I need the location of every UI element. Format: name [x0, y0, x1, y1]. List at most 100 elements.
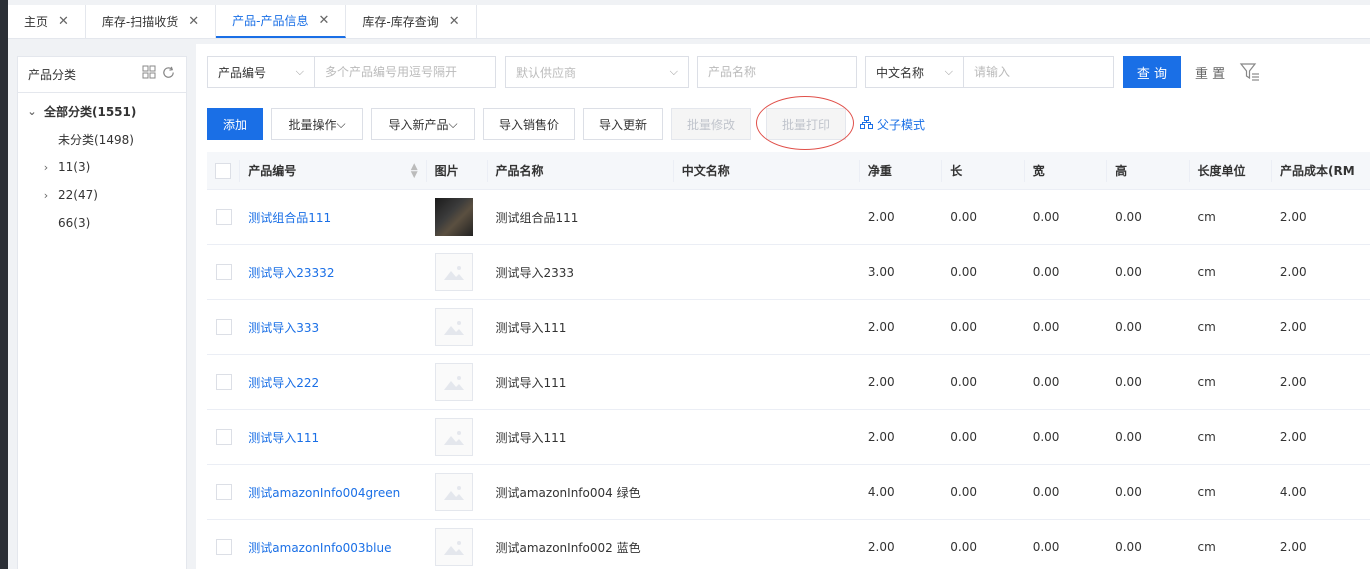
chevron-down-icon: ⌵ — [336, 116, 346, 131]
sort-icon[interactable]: ▲ ▼ — [411, 162, 418, 179]
import-price-button[interactable]: 导入销售价 — [483, 108, 575, 140]
image-placeholder-icon — [434, 418, 473, 456]
product-code-link[interactable]: 测试导入23332 — [248, 264, 334, 281]
image-cell — [427, 355, 488, 409]
net-weight-cell: 2.00 — [867, 320, 895, 334]
supplier-select-placeholder: 默认供应商 — [516, 65, 577, 80]
row-checkbox[interactable] — [215, 209, 232, 225]
select-all-checkbox[interactable] — [215, 162, 232, 179]
close-icon[interactable]: ✕ — [188, 14, 199, 29]
tree-node-11[interactable]: › 11(3) — [18, 153, 186, 181]
chinese-name-cell — [674, 190, 860, 244]
import-new-label: 导入新产品 — [388, 117, 449, 132]
parent-child-mode-label: 父子模式 — [877, 117, 926, 132]
height-cell: 0.00 — [1115, 430, 1142, 444]
close-icon[interactable]: ✕ — [58, 14, 69, 29]
height-cell: 0.00 — [1115, 375, 1142, 389]
refresh-icon[interactable] — [161, 65, 176, 84]
batch-ops-label: 批量操作 — [288, 117, 337, 132]
table-row[interactable]: 测试amazonInfo004green 测试amazonInfo004 绿色 … — [207, 465, 1370, 520]
product-code-link[interactable]: 测试导入111 — [248, 429, 319, 446]
row-checkbox[interactable] — [215, 539, 232, 555]
table-row[interactable]: 测试导入222 测试导入111 2.00 0.00 0.00 0.00 cm 2… — [207, 355, 1370, 410]
category-sidebar: 产品分类 ⌄ 全部分类(1551) 未分类(1498) › 11(3) › 22(47… — [17, 56, 187, 569]
batch-print-button[interactable]: 批量打印 — [766, 108, 846, 140]
tree-node-22[interactable]: › 22(47) — [18, 181, 186, 209]
image-cell — [427, 410, 488, 464]
table-row[interactable]: 测试amazonInfo003blue 测试amazonInfo002 蓝色 2… — [207, 520, 1370, 569]
chevron-right-icon[interactable]: › — [40, 161, 52, 174]
tab-label: 产品-产品信息 — [232, 14, 309, 28]
row-checkbox[interactable] — [215, 264, 232, 280]
table-row[interactable]: 测试导入111 测试导入111 2.00 0.00 0.00 0.00 cm 2… — [207, 410, 1370, 465]
supplier-select[interactable]: 默认供应商 ⌵ — [505, 56, 689, 88]
lang-select[interactable]: 中文名称 ⌵ — [865, 56, 964, 88]
length-cell: 0.00 — [950, 210, 978, 224]
column-label: 产品成本(RM — [1279, 164, 1355, 178]
close-icon[interactable]: ✕ — [449, 14, 460, 29]
height-cell: 0.00 — [1115, 210, 1142, 224]
row-checkbox[interactable] — [215, 374, 232, 390]
chinese-name-cell — [674, 465, 860, 519]
tree-node-66[interactable]: 66(3) — [18, 209, 186, 237]
product-code-cell: 测试组合品111 — [240, 190, 426, 244]
reset-button[interactable]: 重 置 — [1195, 63, 1225, 82]
tab-home[interactable]: 主页 ✕ — [8, 5, 86, 38]
row-checkbox[interactable] — [215, 484, 232, 500]
column-label: 产品名称 — [495, 164, 544, 178]
tab-scan-receive[interactable]: 库存-扫描收货 ✕ — [86, 5, 217, 38]
add-button[interactable]: 添加 — [207, 108, 263, 140]
grid-icon[interactable] — [142, 65, 156, 84]
keyword-input[interactable] — [964, 56, 1114, 88]
header-width: 宽 — [1025, 159, 1108, 182]
filter-icon[interactable] — [1239, 61, 1261, 83]
tree-node-label: 11(3) — [58, 160, 91, 174]
product-codes-input[interactable] — [315, 56, 496, 88]
tree-node-all[interactable]: ⌄ 全部分类(1551) — [18, 97, 186, 125]
field-select[interactable]: 产品编号 ⌵ — [207, 56, 315, 88]
tab-inventory-query[interactable]: 库存-库存查询 ✕ — [346, 5, 477, 38]
parent-child-mode-link[interactable]: 父子模式 — [860, 116, 925, 133]
main-panel: 产品编号⌵ 默认供应商⌵ 中文名称⌵ 查 询 重 置 添加 批量操作⌵ 导入新产… — [196, 44, 1370, 569]
lang-select-value: 中文名称 — [876, 65, 925, 80]
table-row[interactable]: 测试导入333 测试导入111 2.00 0.00 0.00 0.00 cm 2… — [207, 300, 1370, 355]
query-button[interactable]: 查 询 — [1123, 56, 1181, 88]
column-label: 产品编号 — [248, 164, 297, 178]
chinese-name-cell — [674, 410, 860, 464]
header-product-code[interactable]: 产品编号 ▲ ▼ — [240, 159, 427, 182]
product-code-link[interactable]: 测试amazonInfo004green — [248, 484, 400, 501]
import-update-button[interactable]: 导入更新 — [583, 108, 663, 140]
net-weight-cell: 3.00 — [867, 265, 895, 279]
chinese-name-cell — [674, 300, 860, 354]
batch-ops-button[interactable]: 批量操作 ⌵ — [271, 108, 363, 140]
tab-product-info[interactable]: 产品-产品信息 ✕ — [216, 5, 347, 38]
product-name-cell: 测试组合品111 — [495, 210, 579, 225]
product-code-cell: 测试amazonInfo004green — [240, 465, 426, 519]
image-cell — [427, 300, 488, 354]
import-new-button[interactable]: 导入新产品 ⌵ — [371, 108, 475, 140]
tab-label: 库存-库存查询 — [362, 15, 439, 29]
product-name-cell: 测试导入2333 — [495, 265, 575, 280]
product-photo[interactable] — [434, 198, 473, 236]
product-name-cell: 测试导入111 — [495, 430, 567, 445]
product-code-link[interactable]: 测试导入333 — [248, 319, 319, 336]
filter-row: 产品编号 ⌵ 默认供应商 ⌵ 中文名称 ⌵ 查 询 重 置 — [207, 56, 1261, 88]
product-code-link[interactable]: 测试组合品111 — [248, 209, 331, 226]
table-row[interactable]: 测试组合品111 测试组合品111 2.00 0.00 0.00 0.00 cm… — [207, 190, 1370, 245]
tree-node-uncategorized[interactable]: 未分类(1498) — [18, 125, 186, 153]
sidebar-header: 产品分类 — [18, 57, 186, 93]
chevron-right-icon[interactable]: › — [40, 189, 52, 202]
product-name-input[interactable] — [697, 56, 857, 88]
table-row[interactable]: 测试导入23332 测试导入2333 3.00 0.00 0.00 0.00 c… — [207, 245, 1370, 300]
tab-label: 库存-扫描收货 — [101, 15, 179, 29]
row-checkbox[interactable] — [215, 319, 232, 335]
chinese-name-cell — [674, 355, 860, 409]
product-code-link[interactable]: 测试amazonInfo003blue — [248, 539, 391, 556]
net-weight-cell: 2.00 — [867, 540, 895, 554]
chevron-down-icon[interactable]: ⌄ — [26, 105, 38, 118]
product-code-link[interactable]: 测试导入222 — [248, 374, 319, 391]
row-checkbox[interactable] — [215, 429, 232, 445]
batch-edit-button[interactable]: 批量修改 — [671, 108, 751, 140]
close-icon[interactable]: ✕ — [319, 13, 330, 28]
product-cost-cell: 4.00 — [1279, 485, 1307, 499]
